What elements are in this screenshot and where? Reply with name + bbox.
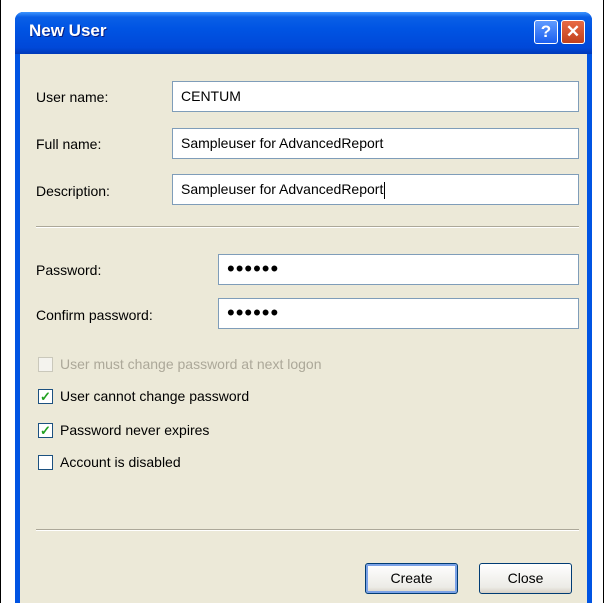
- dialog-body: User name: CENTUM Full name: Sampleuser …: [20, 54, 587, 603]
- separator-top: [36, 226, 579, 228]
- password-label: Password:: [36, 262, 102, 278]
- account-disabled-label[interactable]: Account is disabled: [60, 454, 181, 470]
- description-label: Description:: [36, 183, 110, 199]
- account-disabled-checkbox[interactable]: [38, 455, 53, 470]
- username-value: CENTUM: [181, 88, 241, 104]
- fullname-value: Sampleuser for AdvancedReport: [181, 135, 384, 151]
- password-never-expires-label[interactable]: Password never expires: [60, 422, 209, 438]
- fullname-label: Full name:: [36, 136, 102, 152]
- cannot-change-password-label[interactable]: User cannot change password: [60, 388, 249, 404]
- password-value: ••••••: [227, 256, 280, 281]
- password-field[interactable]: ••••••: [218, 254, 579, 285]
- new-user-dialog: New User ? ✕ User name: CENTUM Full name…: [15, 12, 592, 603]
- confirm-password-value: ••••••: [227, 300, 280, 325]
- fullname-field[interactable]: Sampleuser for AdvancedReport: [172, 128, 579, 159]
- description-field[interactable]: Sampleuser for AdvancedReport: [172, 174, 579, 205]
- text-cursor: [384, 181, 386, 199]
- description-value: Sampleuser for AdvancedReport: [181, 181, 384, 197]
- separator-bottom: [36, 529, 579, 531]
- must-change-password-checkbox: [38, 357, 53, 372]
- username-field[interactable]: CENTUM: [172, 81, 579, 112]
- password-never-expires-checkbox[interactable]: ✓: [38, 423, 53, 438]
- username-label: User name:: [36, 89, 109, 105]
- confirm-password-field[interactable]: ••••••: [218, 298, 579, 329]
- help-icon[interactable]: ?: [534, 20, 558, 44]
- dialog-title: New User: [29, 21, 107, 40]
- create-button[interactable]: Create: [365, 563, 458, 594]
- title-bar[interactable]: New User ? ✕: [15, 12, 592, 54]
- cannot-change-password-checkbox[interactable]: ✓: [38, 389, 53, 404]
- confirm-password-label: Confirm password:: [36, 307, 153, 323]
- close-button[interactable]: Close: [479, 563, 572, 594]
- must-change-password-label: User must change password at next logon: [60, 356, 322, 372]
- close-icon[interactable]: ✕: [561, 20, 585, 44]
